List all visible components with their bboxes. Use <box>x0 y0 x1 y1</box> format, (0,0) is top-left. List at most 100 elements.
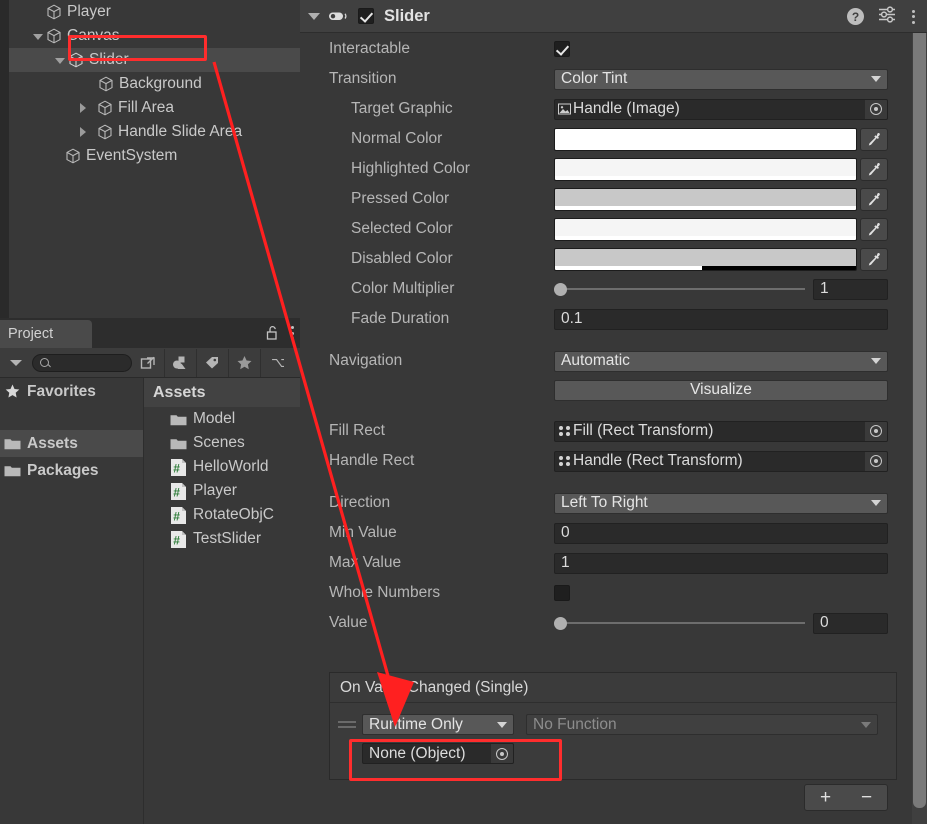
asset-item-player[interactable]: # Player <box>144 479 300 503</box>
visibility-eye-icon[interactable] <box>328 9 350 23</box>
project-view-dropdown-icon[interactable] <box>0 348 32 378</box>
event-object-field[interactable]: None (Object) <box>362 743 514 764</box>
saved-search-icon[interactable]: ⌥ <box>260 348 292 377</box>
foldout-open-icon[interactable] <box>32 30 45 43</box>
hierarchy-row-slider[interactable]: Slider <box>9 48 300 72</box>
pressed-color-field[interactable] <box>554 187 888 211</box>
normal-color-field[interactable] <box>554 127 888 151</box>
asset-item-model[interactable]: Model <box>144 407 300 431</box>
asset-type-filter-icon[interactable] <box>164 348 196 377</box>
slider-handle[interactable] <box>554 282 567 296</box>
unity-editor-window: Player Canvas Slider Background Fill Are… <box>0 0 927 824</box>
function-dropdown[interactable]: No Function <box>526 714 878 735</box>
hierarchy-row-eventsystem[interactable]: EventSystem <box>9 144 300 168</box>
field-disabled-color: Disabled Color <box>300 244 912 274</box>
eyedropper-icon[interactable] <box>860 157 888 181</box>
foldout-closed-icon[interactable] <box>77 126 90 139</box>
component-enabled-checkbox[interactable] <box>358 8 374 24</box>
lock-open-icon[interactable] <box>266 325 280 341</box>
hierarchy-row-fill-area[interactable]: Fill Area <box>9 96 300 120</box>
object-picker-icon[interactable] <box>865 451 887 471</box>
inspector-scrollbar-thumb[interactable] <box>913 8 926 808</box>
kebab-menu-icon[interactable] <box>911 9 915 25</box>
color-multiplier-slider[interactable] <box>554 279 805 300</box>
remove-event-button[interactable]: − <box>861 787 872 809</box>
project-tree-item-packages[interactable]: Packages <box>0 457 143 484</box>
hierarchy-row-canvas[interactable]: Canvas <box>9 24 300 48</box>
add-event-button[interactable]: + <box>820 787 831 809</box>
navigation-dropdown[interactable]: Automatic <box>554 350 888 372</box>
field-label: Highlighted Color <box>351 160 470 177</box>
eyedropper-icon[interactable] <box>860 127 888 151</box>
object-picker-icon[interactable] <box>491 744 513 763</box>
color-swatch[interactable] <box>554 127 857 151</box>
transition-dropdown[interactable]: Color Tint <box>554 68 888 90</box>
search-input[interactable] <box>32 353 132 372</box>
eyedropper-icon[interactable] <box>860 187 888 211</box>
project-tree-item-assets[interactable]: Assets <box>0 430 143 457</box>
visualize-button[interactable]: Visualize <box>554 379 888 401</box>
value-input[interactable]: 0 <box>813 612 888 634</box>
label-tag-filter-icon[interactable] <box>196 348 228 377</box>
tab-project[interactable]: Project <box>0 320 92 348</box>
asset-item-helloworld[interactable]: # HelloWorld <box>144 455 300 479</box>
color-swatch[interactable] <box>554 247 857 271</box>
kebab-menu-icon[interactable] <box>290 325 294 341</box>
foldout-open-icon[interactable] <box>54 54 67 67</box>
color-swatch[interactable] <box>554 187 857 211</box>
reorder-handle-icon[interactable] <box>338 721 356 730</box>
highlighted-color-field[interactable] <box>554 157 888 181</box>
fill-rect-object-field[interactable]: Fill (Rect Transform) <box>554 420 888 442</box>
selected-color-field[interactable] <box>554 217 888 241</box>
color-swatch[interactable] <box>554 217 857 241</box>
direction-dropdown[interactable]: Left To Right <box>554 492 888 514</box>
gameobject-cube-icon <box>45 3 63 21</box>
left-column: Player Canvas Slider Background Fill Are… <box>0 0 300 824</box>
disabled-color-field[interactable] <box>554 247 888 271</box>
field-label: Min Value <box>329 524 397 541</box>
favorite-star-filter-icon[interactable] <box>228 348 260 377</box>
handle-rect-object-field[interactable]: Handle (Rect Transform) <box>554 450 888 472</box>
object-picker-icon[interactable] <box>865 421 887 441</box>
foldout-closed-icon[interactable] <box>77 102 90 115</box>
slider-handle[interactable] <box>554 616 567 630</box>
asset-item-rotateobjc[interactable]: # RotateObjC <box>144 503 300 527</box>
field-highlighted-color: Highlighted Color <box>300 154 912 184</box>
asset-item-scenes[interactable]: Scenes <box>144 431 300 455</box>
hierarchy-label: Player <box>67 3 111 20</box>
component-header-actions: ? <box>847 0 915 33</box>
object-picker-icon[interactable] <box>865 99 887 119</box>
min-value-input[interactable]: 0 <box>554 522 888 544</box>
field-label: Navigation <box>329 352 403 369</box>
field-whole-numbers: Whole Numbers <box>300 578 912 608</box>
tab-project-label: Project <box>8 326 54 342</box>
value-slider[interactable] <box>554 613 805 634</box>
row-visualize: Visualize <box>300 376 912 404</box>
color-multiplier-input[interactable]: 1 <box>813 278 888 300</box>
max-value-input[interactable]: 1 <box>554 552 888 574</box>
open-in-new-icon[interactable] <box>132 349 164 377</box>
whole-numbers-checkbox[interactable] <box>554 585 570 601</box>
color-swatch[interactable] <box>554 157 857 181</box>
max-value: 1 <box>561 554 570 571</box>
hierarchy-label: Canvas <box>67 27 120 44</box>
eyedropper-icon[interactable] <box>860 217 888 241</box>
hierarchy-row-player[interactable]: Player <box>9 0 300 24</box>
project-tree-label: Favorites <box>27 382 96 400</box>
inspector-scrollbar-track[interactable] <box>912 0 927 824</box>
asset-item-testslider[interactable]: # TestSlider <box>144 527 300 551</box>
preset-icon[interactable] <box>878 5 897 28</box>
project-tree-item-favorites[interactable]: Favorites <box>0 378 143 405</box>
hierarchy-row-handle-slide-area[interactable]: Handle Slide Area <box>9 120 300 144</box>
component-foldout-icon[interactable] <box>308 12 320 20</box>
chevron-down-icon <box>497 721 507 728</box>
hierarchy-label: Handle Slide Area <box>118 123 243 140</box>
help-icon[interactable]: ? <box>847 8 864 25</box>
hierarchy-row-background[interactable]: Background <box>9 72 300 96</box>
call-mode-dropdown[interactable]: Runtime Only <box>362 714 514 735</box>
fade-duration-input[interactable]: 0.1 <box>554 308 888 330</box>
field-label: Selected Color <box>351 220 453 237</box>
target-graphic-object-field[interactable]: Handle (Image) <box>554 98 888 120</box>
eyedropper-icon[interactable] <box>860 247 888 271</box>
interactable-checkbox[interactable] <box>554 41 570 57</box>
